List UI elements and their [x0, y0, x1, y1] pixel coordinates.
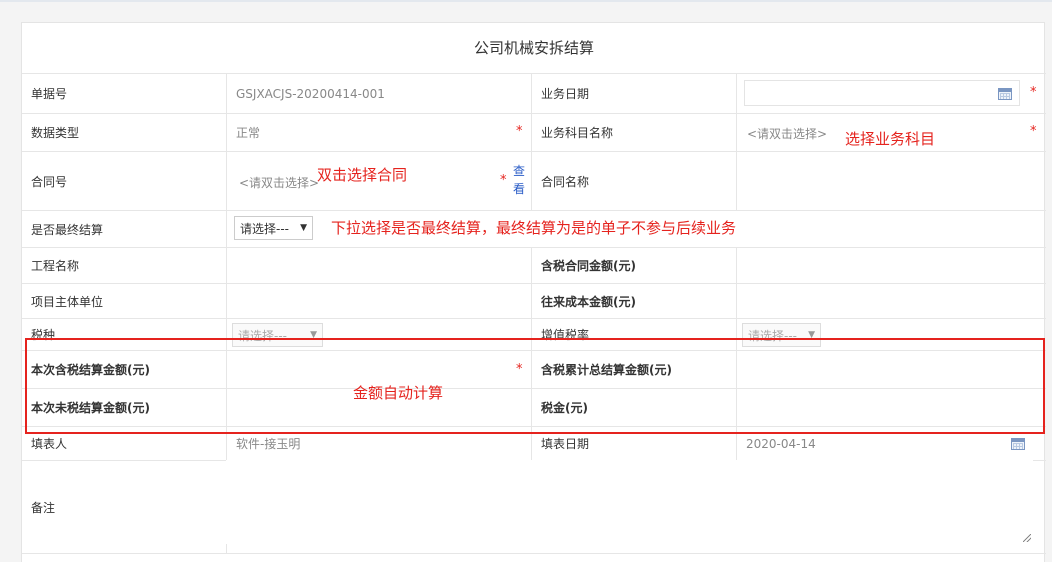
label-doc-number: 单据号	[31, 87, 68, 101]
label-project-unit: 项目主体单位	[31, 294, 104, 309]
form-row-doc-number: 单据号 GSJXACJS-20200414-001 业务日期 *	[22, 74, 1046, 114]
filler-value: 软件-接玉明	[236, 437, 301, 451]
label-settlement-amount-tax: 本次含税结算金额(元)	[31, 363, 150, 377]
form-row-untaxed-settlement: 本次未税结算金额(元) 税金(元)	[22, 389, 1046, 427]
required-mark: *	[516, 362, 523, 377]
label-final-settlement: 是否最终结算	[31, 222, 104, 237]
form-row-project-name: 工程名称 含税合同金额(元)	[22, 248, 1046, 284]
label-remarks: 备注	[31, 500, 56, 515]
label-contract-number: 合同号	[31, 174, 68, 189]
chevron-down-icon: ▼	[310, 330, 317, 340]
data-type-value: 正常	[236, 126, 261, 140]
calendar-icon[interactable]	[998, 88, 1012, 100]
required-mark: *	[516, 124, 523, 139]
project-name-value	[227, 248, 532, 283]
final-settlement-select-value: 请选择---	[240, 221, 289, 236]
label-cost-amount: 往来成本金额(元)	[541, 294, 636, 309]
label-contract-name: 合同名称	[541, 174, 590, 189]
label-settlement-amount-untaxed: 本次未税结算金额(元)	[31, 401, 150, 415]
form-row-tax-type: 税种 请选择--- ▼ 增值税率 请选择--- ▼	[22, 319, 1046, 351]
required-mark: *	[500, 173, 507, 188]
annotation-final-settlement: 下拉选择是否最终结算，最终结算为是的单子不参与后续业务	[331, 219, 737, 237]
annotation-contract: 双击选择合同	[317, 166, 408, 184]
view-contract-link[interactable]: 查看	[512, 162, 526, 198]
resize-grip-icon[interactable]	[1023, 534, 1031, 542]
label-fill-date: 填表日期	[541, 437, 590, 451]
form-row-filler: 填表人 软件-接玉明 填表日期 2020-04-14	[22, 427, 1046, 461]
top-divider	[0, 0, 1052, 2]
label-contract-amount-tax: 含税合同金额(元)	[541, 259, 636, 273]
annotation-auto-calc: 金额自动计算	[353, 384, 444, 402]
tax-type-select-value: 请选择---	[238, 328, 287, 343]
label-data-type: 数据类型	[31, 126, 80, 140]
label-filler: 填表人	[31, 437, 68, 451]
tax-type-select[interactable]: 请选择--- ▼	[232, 323, 323, 347]
calendar-icon[interactable]	[1011, 438, 1025, 450]
required-mark: *	[1030, 85, 1037, 100]
fill-date-value: 2020-04-14	[746, 436, 816, 451]
vat-rate-select[interactable]: 请选择--- ▼	[742, 323, 821, 347]
chevron-down-icon: ▼	[808, 330, 815, 340]
form-row-contract: 合同号 <请双击选择> * 查看 合同名称	[22, 152, 1046, 211]
label-business-date: 业务日期	[541, 87, 590, 101]
remarks-textarea[interactable]	[226, 460, 1033, 544]
label-project-name: 工程名称	[31, 259, 80, 273]
chevron-down-icon: ▼	[300, 223, 307, 233]
form-row-project-unit: 项目主体单位 往来成本金额(元)	[22, 284, 1046, 319]
final-settlement-select[interactable]: 请选择--- ▼	[234, 216, 313, 240]
business-date-input[interactable]	[744, 80, 1020, 106]
label-business-subject: 业务科目名称	[541, 126, 614, 140]
form-title: 公司机械安拆结算	[22, 23, 1046, 74]
form-row-tax-settlement: 本次含税结算金额(元) * 含税累计总结算金额(元)	[22, 351, 1046, 389]
contract-number-input[interactable]: <请双击选择>	[239, 174, 319, 191]
annotation-business-subject: 选择业务科目	[845, 130, 936, 148]
required-mark: *	[1030, 124, 1037, 139]
label-tax-amount: 税金(元)	[541, 401, 588, 415]
label-cumulative-settlement-tax: 含税累计总结算金额(元)	[541, 363, 672, 377]
business-subject-input[interactable]: <请双击选择>	[747, 125, 827, 142]
doc-number-value: GSJXACJS-20200414-001	[236, 86, 385, 101]
label-vat-rate: 增值税率	[541, 328, 590, 342]
label-tax-type: 税种	[31, 328, 56, 342]
vat-rate-select-value: 请选择---	[748, 328, 797, 343]
